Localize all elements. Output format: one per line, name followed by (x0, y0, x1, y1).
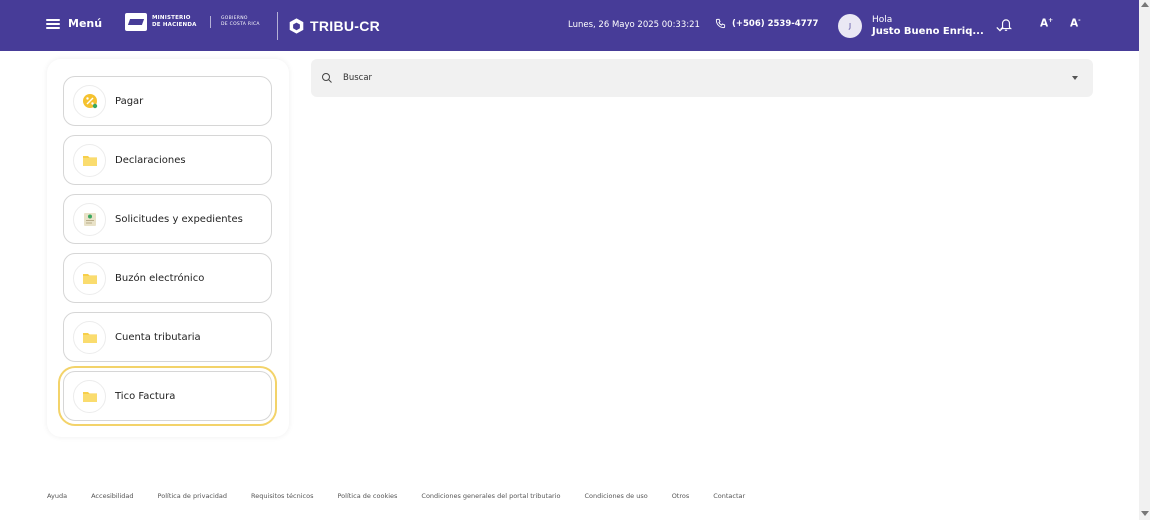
notifications-button[interactable] (999, 17, 1013, 36)
top-navigation-bar: Menú MINISTERIO DE HACIENDA GOBIERNO DE … (0, 0, 1139, 51)
bell-icon (999, 19, 1013, 31)
folder-icon (73, 379, 106, 413)
footer-links: Ayuda Accesibilidad Política de privacid… (47, 492, 769, 500)
tribu-cube-icon (289, 18, 304, 34)
footer-link-accesibilidad[interactable]: Accesibilidad (91, 492, 133, 500)
scroll-down-icon[interactable] (1141, 511, 1149, 516)
folder-icon (73, 320, 106, 354)
folder-icon (73, 143, 106, 177)
footer-link-privacidad[interactable]: Política de privacidad (158, 492, 228, 500)
sidebar-item-buzon[interactable]: Buzón electrónico (63, 253, 272, 303)
pay-icon (73, 84, 106, 118)
footer-link-otros[interactable]: Otros (672, 492, 690, 500)
font-increase-button[interactable]: A+ (1040, 17, 1053, 30)
search-input[interactable] (341, 72, 1025, 84)
sidebar-item-cuenta-tributaria[interactable]: Cuenta tributaria (63, 312, 272, 362)
sidebar-item-label: Tico Factura (115, 390, 176, 402)
font-decrease-button[interactable]: A- (1070, 17, 1081, 30)
dropdown-arrow-icon[interactable] (1072, 76, 1078, 80)
avatar: J (838, 14, 862, 38)
user-name: Justo Bueno Enriq... (872, 26, 984, 37)
sidebar-item-label: Cuenta tributaria (115, 331, 201, 343)
footer-link-requisitos[interactable]: Requisitos técnicos (251, 492, 313, 500)
page-scrollbar[interactable] (1139, 0, 1150, 520)
logo-ministry-line1: MINISTERIO (152, 15, 191, 21)
scroll-up-icon[interactable] (1141, 2, 1149, 7)
app-name: TRIBU-CR (310, 18, 381, 34)
tribu-cr-logo[interactable]: TRIBU-CR (277, 12, 380, 40)
footer-link-ayuda[interactable]: Ayuda (47, 492, 67, 500)
sidebar-item-label: Pagar (115, 95, 144, 107)
sidebar-item-solicitudes[interactable]: Solicitudes y expedientes (63, 194, 272, 244)
sidebar-item-declaraciones[interactable]: Declaraciones (63, 135, 272, 185)
search-bar[interactable] (311, 59, 1093, 97)
folder-icon (73, 261, 106, 295)
sidebar-item-label: Declaraciones (115, 154, 186, 166)
hamburger-icon (46, 18, 60, 29)
gobierno-costa-rica-logo: GOBIERNO DE COSTA RICA (210, 16, 260, 28)
document-icon (73, 202, 106, 236)
current-datetime: Lunes, 26 Mayo 2025 00:33:21 (568, 20, 700, 30)
font-increase-sup: + (1048, 17, 1054, 24)
sidebar-item-label: Buzón electrónico (115, 272, 205, 284)
support-phone[interactable]: (+506) 2539-4777 (715, 18, 818, 29)
footer-link-contactar[interactable]: Contactar (713, 492, 745, 500)
footer-link-condiciones-uso[interactable]: Condiciones de uso (585, 492, 648, 500)
greeting: Hola (872, 15, 893, 25)
menu-button[interactable]: Menú (46, 17, 102, 30)
footer-link-cookies[interactable]: Política de cookies (337, 492, 397, 500)
phone-number: (+506) 2539-4777 (732, 18, 819, 29)
search-icon (322, 73, 332, 83)
user-menu[interactable]: J Hola Justo Bueno Enriq... (838, 14, 1004, 38)
logo-ministry-line2: DE HACIENDA (152, 22, 197, 28)
avatar-initial: J (848, 22, 852, 30)
footer-link-condiciones-portal[interactable]: Condiciones generales del portal tributa… (421, 492, 560, 500)
font-increase-label: A (1040, 17, 1049, 30)
sidebar-item-tico-factura[interactable]: Tico Factura (63, 371, 272, 421)
sidebar-item-pagar[interactable]: Pagar (63, 76, 272, 126)
font-decrease-sup: - (1078, 17, 1081, 24)
font-decrease-label: A (1070, 17, 1079, 30)
ministerio-hacienda-logo[interactable]: MINISTERIO DE HACIENDA (125, 13, 197, 31)
logo-gov-line2: DE COSTA RICA (221, 22, 260, 27)
phone-icon (715, 18, 726, 29)
hacienda-logo-icon (125, 13, 147, 31)
sidebar-item-label: Solicitudes y expedientes (115, 213, 243, 225)
menu-label: Menú (68, 17, 103, 30)
